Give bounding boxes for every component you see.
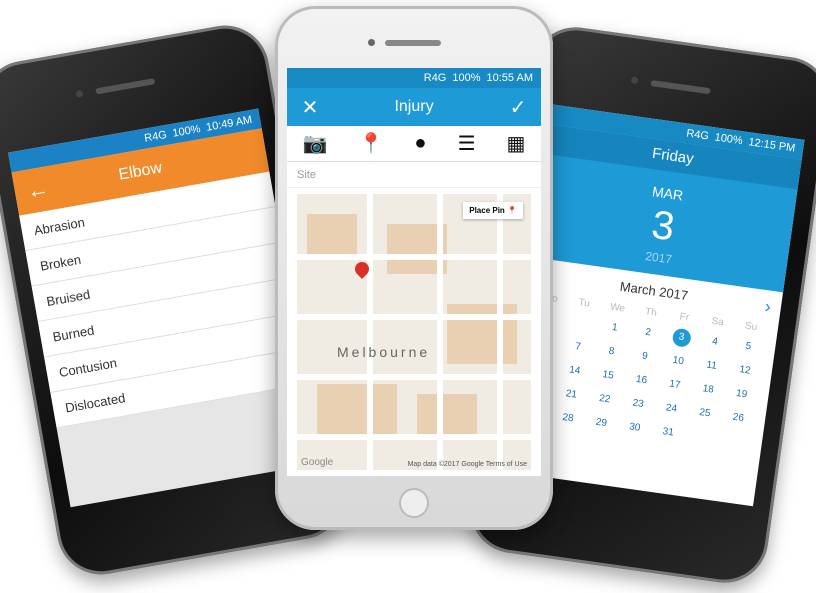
map-street — [367, 194, 373, 470]
weekday-header: Su — [744, 320, 758, 334]
calendar-day[interactable]: 1 — [597, 317, 633, 340]
map-street — [297, 434, 531, 440]
calendar-day[interactable]: 7 — [560, 336, 596, 359]
clock: 10:55 AM — [486, 72, 533, 84]
calendar-day[interactable]: 11 — [694, 355, 730, 378]
chevron-right-icon[interactable]: › — [763, 296, 773, 318]
calendar-grid: MoTuWeThFrSaSu12345678910111213141516171… — [517, 291, 769, 454]
map-street — [437, 194, 443, 470]
calendar-day[interactable]: 12 — [727, 360, 763, 383]
place-pin-label: Place Pin — [469, 206, 505, 215]
calendar-day[interactable]: 25 — [687, 402, 723, 425]
map-attribution[interactable]: Map data ©2017 Google Terms of Use — [408, 461, 527, 468]
calendar-day[interactable]: 5 — [730, 336, 766, 359]
weekday-header: Fr — [678, 311, 690, 324]
map-block — [307, 214, 357, 254]
calendar-day[interactable]: 15 — [590, 365, 626, 388]
site-label: Site — [287, 162, 541, 188]
weekday-header: We — [609, 301, 626, 315]
network-indicator: R4G — [685, 127, 710, 143]
page-title: Injury — [394, 98, 434, 115]
network-indicator: R4G — [143, 128, 168, 145]
calendar-day[interactable]: 21 — [553, 384, 589, 407]
calendar-day[interactable]: 14 — [557, 360, 593, 383]
calendar-day[interactable]: 29 — [583, 412, 619, 435]
calendar-day[interactable]: 16 — [623, 369, 659, 392]
map-street — [297, 374, 531, 380]
calendar-day[interactable]: 22 — [587, 388, 623, 411]
location-pin-icon[interactable]: 📍 — [358, 131, 383, 156]
calendar-day[interactable]: 26 — [720, 407, 756, 430]
battery-level: 100% — [713, 131, 744, 148]
map-city-label: Melbourne — [337, 344, 431, 360]
map-street — [497, 194, 503, 470]
left-screen: R4G 100% 10:49 AM ← Elbow Abrasion Broke… — [8, 108, 321, 508]
calendar-day[interactable]: 19 — [724, 383, 760, 406]
dashboard-icon[interactable]: ▦ — [507, 131, 526, 156]
map-street — [297, 314, 531, 320]
google-logo: Google — [301, 457, 334, 468]
battery-level: 100% — [171, 123, 202, 140]
earpiece — [385, 40, 441, 46]
status-bar: R4G 100% 10:55 AM — [287, 68, 541, 88]
calendar-empty-cell — [717, 431, 753, 454]
calendar-day[interactable]: 8 — [593, 341, 629, 364]
title-bar: ✕ Injury ✓ — [287, 88, 541, 126]
phones-stage: R4G 100% 10:49 AM ← Elbow Abrasion Broke… — [0, 0, 816, 593]
calendar-day[interactable]: 2 — [630, 322, 666, 345]
calendar-day[interactable]: 18 — [690, 379, 726, 402]
map-block — [447, 304, 517, 364]
earpiece — [95, 78, 156, 95]
calendar-empty-cell — [563, 312, 599, 335]
arrow-left-icon[interactable]: ← — [25, 172, 69, 205]
calendar-day[interactable]: 31 — [650, 422, 686, 445]
calendar-day[interactable]: 17 — [657, 374, 693, 397]
calendar-day[interactable]: 10 — [660, 350, 696, 373]
battery-level: 100% — [452, 72, 481, 84]
front-camera — [368, 39, 375, 46]
map-view[interactable]: Melbourne Place Pin 📍 Google Map data ©2… — [297, 194, 531, 470]
center-screen: R4G 100% 10:55 AM ✕ Injury ✓ 📷 📍 ● ☰ ▦ S… — [287, 68, 541, 476]
clock: 12:15 PM — [747, 136, 797, 155]
check-icon[interactable]: ✓ — [507, 95, 529, 120]
phone-center: R4G 100% 10:55 AM ✕ Injury ✓ 📷 📍 ● ☰ ▦ S… — [275, 6, 553, 530]
calendar-month-title: March 2017 — [618, 278, 690, 304]
weekday-header: Sa — [710, 315, 725, 329]
map-block — [317, 384, 397, 434]
weekday-header: Tu — [577, 297, 591, 310]
front-camera — [630, 76, 639, 85]
calendar-day[interactable]: 28 — [550, 407, 586, 430]
calendar-day[interactable]: 4 — [697, 331, 733, 354]
map-street — [297, 254, 531, 260]
map-block — [417, 394, 477, 434]
front-camera — [75, 89, 84, 98]
calendar-day[interactable]: 3 — [671, 327, 692, 348]
earpiece — [650, 79, 711, 95]
calendar-day[interactable]: 9 — [627, 346, 663, 369]
list-icon[interactable]: ☰ — [458, 131, 476, 156]
close-icon[interactable]: ✕ — [299, 95, 321, 120]
place-pin-button[interactable]: Place Pin 📍 — [463, 202, 523, 219]
weekday-header: Th — [644, 306, 658, 319]
camera-icon[interactable]: 📷 — [303, 131, 328, 156]
calendar-day[interactable]: 30 — [617, 417, 653, 440]
person-icon[interactable]: ● — [414, 132, 426, 155]
network-indicator: R4G — [423, 72, 447, 84]
calendar-empty-cell — [684, 426, 720, 449]
injury-header: R4G 100% 10:55 AM ✕ Injury ✓ — [287, 68, 541, 126]
home-button[interactable] — [399, 488, 429, 518]
calendar-day[interactable]: 24 — [653, 398, 689, 421]
calendar-day[interactable]: 23 — [620, 393, 656, 416]
tab-bar: 📷 📍 ● ☰ ▦ — [287, 126, 541, 162]
